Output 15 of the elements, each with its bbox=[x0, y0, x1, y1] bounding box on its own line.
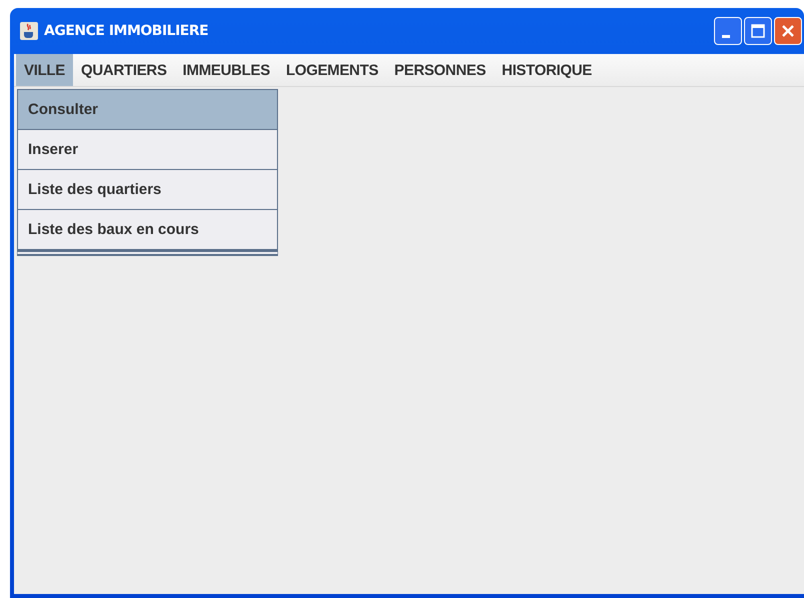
menu-item[interactable]: LOGEMENTS bbox=[278, 54, 386, 86]
coffee-cup-icon bbox=[20, 22, 38, 40]
window-title: AGENCE IMMOBILIERE bbox=[44, 23, 208, 39]
menu-item[interactable]: PERSONNES bbox=[386, 54, 494, 86]
minimize-button[interactable] bbox=[714, 17, 742, 45]
menu-item[interactable]: HISTORIQUE bbox=[494, 54, 600, 86]
menu-option[interactable]: Consulter bbox=[18, 90, 277, 130]
maximize-button[interactable] bbox=[744, 17, 772, 45]
close-icon bbox=[781, 24, 795, 38]
close-button[interactable] bbox=[774, 17, 802, 45]
menu-item[interactable]: QUARTIERS bbox=[73, 54, 175, 86]
menu-item[interactable]: VILLE bbox=[16, 54, 74, 86]
menu-item[interactable]: IMMEUBLES bbox=[174, 54, 278, 86]
minimize-icon bbox=[722, 34, 730, 38]
maximize-icon bbox=[751, 24, 765, 38]
